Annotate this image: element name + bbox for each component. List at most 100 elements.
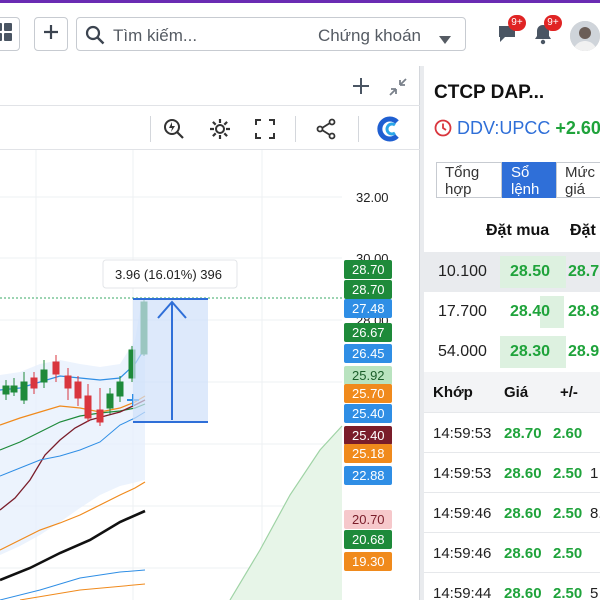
trade-time: 14:59:46 bbox=[433, 505, 492, 522]
price-tag: 25.70 bbox=[344, 384, 392, 403]
price-tag: 26.67 bbox=[344, 323, 392, 342]
trade-price: 28.60 bbox=[504, 545, 542, 562]
top-bar: Tìm kiếm... Chứng khoán 9+ 9+ bbox=[0, 0, 600, 66]
trades-header: Khớp Giá +/- bbox=[424, 372, 600, 412]
ob-buy-price: 28.40 bbox=[510, 303, 551, 320]
app-root: Tìm kiếm... Chứng khoán 9+ 9+ 3.96 (16.0… bbox=[0, 0, 600, 600]
ob-buy-price: 28.30 bbox=[510, 343, 551, 360]
trade-row: 14:59:46 28.60 2.50 bbox=[424, 532, 600, 572]
price-tag: 20.70 bbox=[344, 510, 392, 529]
avatar[interactable] bbox=[570, 21, 600, 51]
trade-time: 14:59:53 bbox=[433, 425, 492, 442]
measure-label: 3.96 (16.01%) 396 bbox=[115, 267, 222, 282]
trade-price: 28.70 bbox=[504, 425, 542, 442]
grid-menu-button[interactable] bbox=[0, 17, 20, 51]
ob-sell-price: 28.7 bbox=[568, 263, 600, 280]
ob-buy-price: 28.50 bbox=[510, 263, 551, 280]
bell-icon bbox=[532, 25, 554, 49]
price-tag: 22.88 bbox=[344, 466, 392, 485]
ma-orange-long-line bbox=[19, 583, 146, 600]
plus-icon bbox=[42, 23, 60, 46]
trade-change: 2.50 bbox=[553, 585, 583, 600]
trade-volume: 1 bbox=[590, 465, 599, 482]
trade-time: 14:59:46 bbox=[433, 545, 492, 562]
add-button[interactable] bbox=[34, 17, 68, 51]
orderbook-row[interactable]: 54.000 28.30 28.9 bbox=[424, 332, 600, 372]
price-tag: 25.40 bbox=[344, 426, 392, 445]
toolbar-divider bbox=[150, 116, 151, 142]
collapse-icon[interactable] bbox=[388, 77, 408, 102]
y-axis-tick: 32.00 bbox=[356, 190, 389, 205]
chat-icon bbox=[496, 26, 518, 49]
orderbook-row[interactable]: 10.100 28.50 28.7 bbox=[424, 252, 600, 292]
price-tag-label: 22.88 bbox=[352, 468, 385, 483]
trade-row: 14:59:46 28.60 2.50 8. bbox=[424, 492, 600, 532]
trade-volume: 8. bbox=[590, 505, 600, 522]
chevron-down-icon[interactable] bbox=[439, 31, 451, 49]
orderbook-row[interactable]: 17.700 28.40 28.8 bbox=[424, 292, 600, 332]
toolbar-divider bbox=[295, 116, 296, 142]
price-tag-label: 28.70 bbox=[352, 262, 385, 277]
tab-summary[interactable]: Tổng hợp bbox=[436, 162, 502, 198]
price-tag-label: 26.45 bbox=[352, 346, 385, 361]
notifications-badge: 9+ bbox=[544, 15, 562, 31]
trade-change: 2.50 bbox=[553, 465, 583, 482]
chart-toolbar bbox=[0, 106, 420, 150]
brand-logo-icon bbox=[377, 116, 403, 142]
trade-price: 28.60 bbox=[504, 465, 542, 482]
zoom-icon[interactable] bbox=[161, 116, 187, 142]
price-tag: 27.48 bbox=[344, 299, 392, 318]
gear-icon[interactable] bbox=[207, 116, 233, 142]
price-tag: 26.45 bbox=[344, 344, 392, 363]
search-category[interactable]: Chứng khoán bbox=[318, 26, 421, 46]
tab-price-levels[interactable]: Mức giá bbox=[556, 162, 600, 198]
search-placeholder: Tìm kiếm... bbox=[113, 26, 198, 45]
ob-volume: 17.700 bbox=[438, 303, 487, 320]
grid-icon bbox=[0, 22, 13, 47]
price-tag-label: 25.70 bbox=[352, 386, 385, 401]
price-tag-label: 25.92 bbox=[352, 368, 385, 383]
price-tag-label: 20.68 bbox=[352, 532, 385, 547]
trade-row: 14:59:44 28.60 2.50 5 bbox=[424, 572, 600, 600]
clock-icon bbox=[434, 119, 452, 142]
trades-col-price: Giá bbox=[504, 384, 529, 401]
trade-row: 14:59:53 28.60 2.50 1 bbox=[424, 452, 600, 492]
price-tags: 28.70 28.70 27.48 26.67 26.45 25.92 25.70 25.40… bbox=[344, 260, 392, 571]
trade-row: 14:59:53 28.70 2.60 bbox=[424, 412, 600, 452]
notifications-button[interactable]: 9+ bbox=[532, 15, 562, 50]
price-tag-label: 26.67 bbox=[352, 325, 385, 340]
share-icon[interactable] bbox=[313, 116, 339, 142]
company-name: CTCP DAP... bbox=[434, 82, 545, 103]
sell-header: Đặt bbox=[570, 222, 596, 239]
ob-sell-price: 28.9 bbox=[568, 343, 600, 360]
buy-header: Đặt mua bbox=[486, 222, 550, 239]
add-panel-icon[interactable] bbox=[352, 77, 370, 100]
toolbar-divider bbox=[358, 116, 359, 142]
ticker-row: DDV:UPCC +2.60 bbox=[434, 118, 600, 142]
ticker-symbol[interactable]: DDV:UPCC bbox=[457, 118, 550, 138]
trades-col-time: Khớp bbox=[433, 384, 473, 401]
price-tag: 25.40 bbox=[344, 404, 392, 423]
price-tag-label: 27.48 bbox=[352, 301, 385, 316]
price-change: +2.60 bbox=[555, 118, 600, 138]
price-tag-label: 20.70 bbox=[352, 512, 385, 527]
price-tag: 19.30 bbox=[344, 552, 392, 571]
trade-change: 2.50 bbox=[553, 505, 583, 522]
ma-blue-long-line bbox=[0, 569, 146, 600]
trades-col-change: +/- bbox=[560, 384, 578, 401]
price-tag: 28.70 bbox=[344, 260, 392, 279]
trade-change: 2.60 bbox=[553, 425, 583, 442]
cloud-area bbox=[230, 426, 342, 600]
search-icon bbox=[85, 25, 105, 50]
trade-volume: 5 bbox=[590, 585, 599, 600]
price-tag-label: 28.70 bbox=[352, 282, 385, 297]
ob-sell-price: 28.8 bbox=[568, 303, 600, 320]
trade-change: 2.50 bbox=[553, 545, 583, 562]
tab-orderbook[interactable]: Sổ lệnh bbox=[502, 162, 556, 198]
fullscreen-icon[interactable] bbox=[252, 116, 278, 142]
search-input[interactable]: Tìm kiếm... Chứng khoán bbox=[76, 17, 466, 51]
price-tag: 20.68 bbox=[344, 530, 392, 549]
price-chart[interactable]: 3.96 (16.01%) 396 32.00 30.00 28.00 28.7… bbox=[0, 150, 420, 600]
messages-button[interactable]: 9+ bbox=[496, 15, 526, 50]
trade-price: 28.60 bbox=[504, 585, 542, 600]
